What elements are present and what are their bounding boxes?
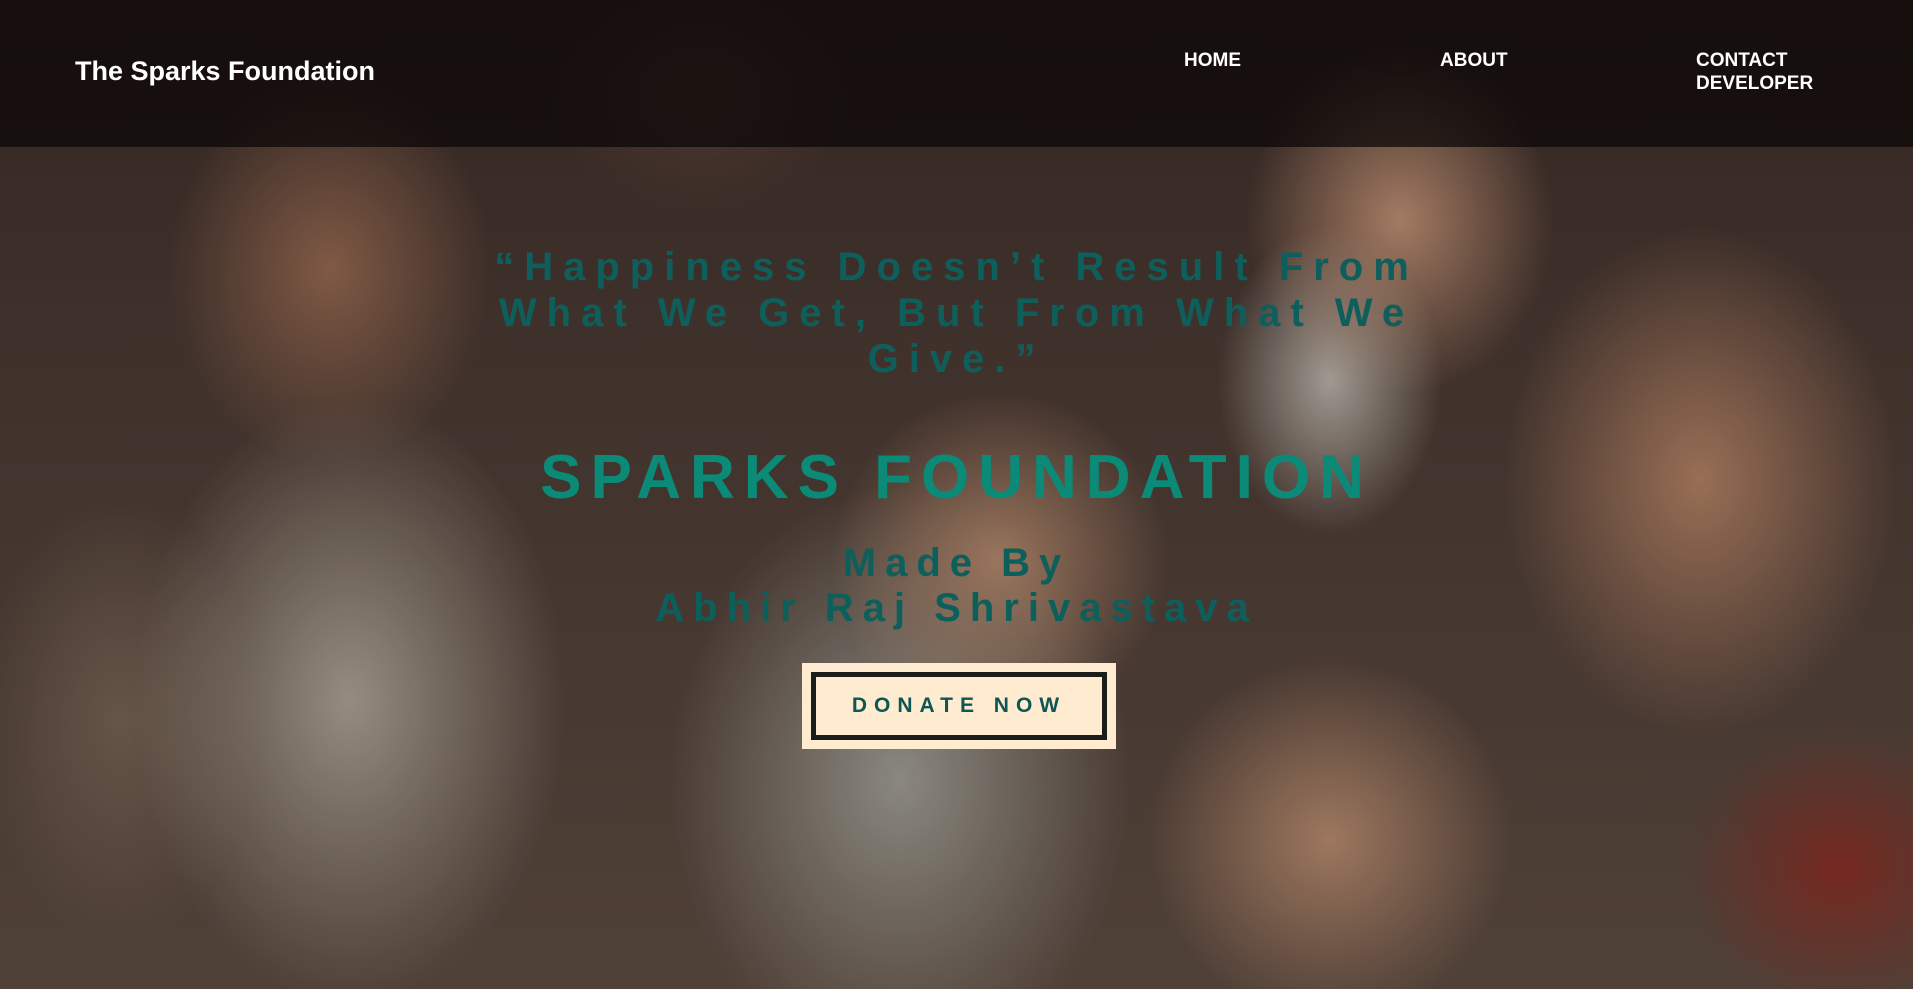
nav-link-home[interactable]: HOME	[1184, 49, 1241, 72]
author-credit-label: Made By	[842, 541, 1071, 585]
donate-now-button[interactable]: DONATE NOW	[802, 663, 1116, 749]
hero-quote: “Happiness Doesn’t Result From What We G…	[494, 245, 1419, 381]
navbar: The Sparks Foundation HOME ABOUT CONTACT…	[0, 0, 1913, 147]
donate-now-label: DONATE NOW	[811, 672, 1107, 740]
landing-page: The Sparks Foundation HOME ABOUT CONTACT…	[0, 0, 1913, 989]
nav-link-about[interactable]: ABOUT	[1440, 49, 1508, 72]
nav-link-contact-developer[interactable]: CONTACT DEVELOPER	[1696, 49, 1856, 95]
author-credit: Made By Abhir Raj Shrivastava	[530, 541, 1383, 631]
hero-title: SPARKS FOUNDATION	[540, 443, 1373, 512]
author-name: Abhir Raj Shrivastava	[655, 586, 1258, 630]
brand-logo-text[interactable]: The Sparks Foundation	[75, 56, 375, 87]
